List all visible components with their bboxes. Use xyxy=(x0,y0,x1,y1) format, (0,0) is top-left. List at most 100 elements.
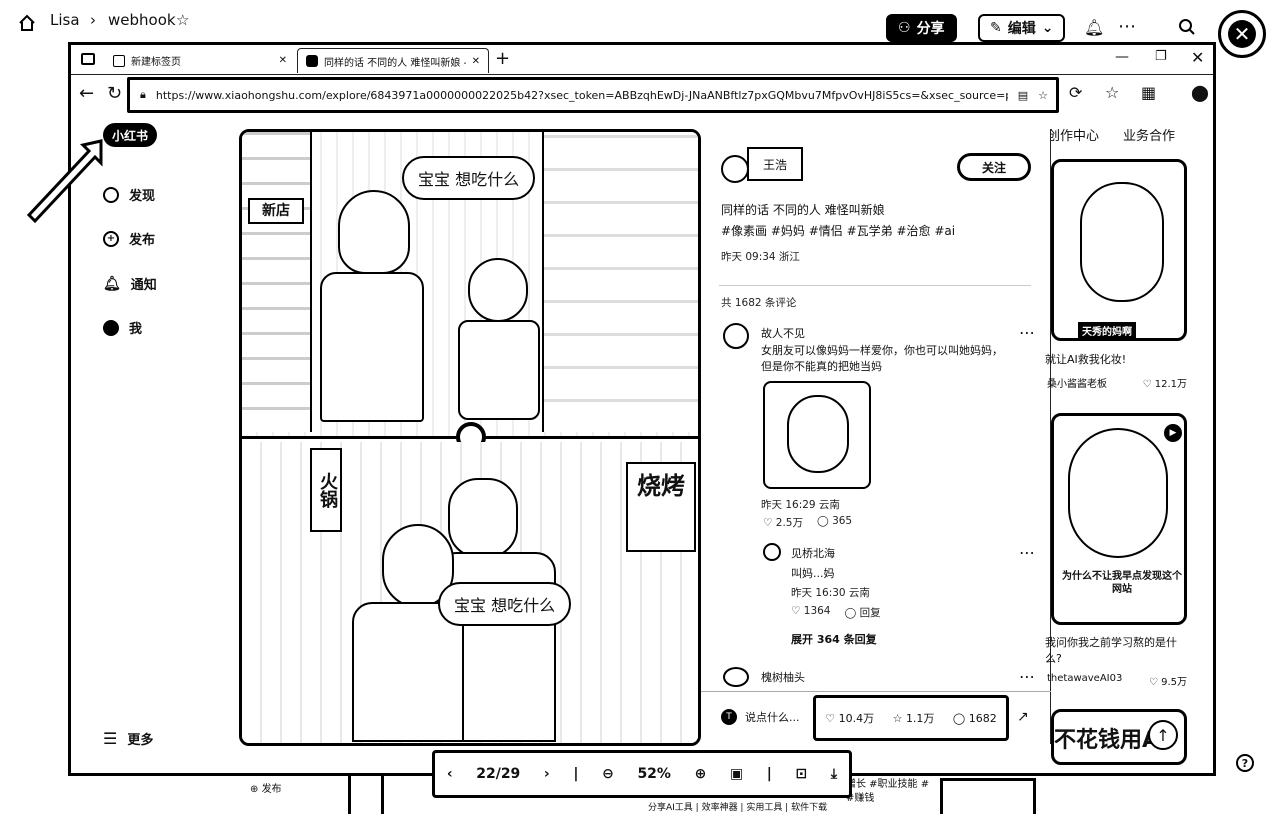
prev-page-button[interactable]: ‹ xyxy=(447,766,453,782)
nav-more[interactable]: ☰ 更多 xyxy=(103,729,153,748)
address-bar[interactable]: 🔒︎ https://www.xiaohongshu.com/explore/6… xyxy=(127,77,1059,113)
bell-icon[interactable]: 🔔︎ xyxy=(1084,18,1104,37)
back-button[interactable]: ← xyxy=(79,83,94,104)
tab-close-icon[interactable]: ✕ xyxy=(472,56,480,67)
note-image[interactable]: 新店 宝宝 想吃什么 火锅 烧烤 宝宝 想吃什么 xyxy=(239,129,701,746)
zoom-out-icon[interactable]: ⊖ xyxy=(602,766,614,782)
browser-window: 新建标签页 ✕ 同样的话 不同的人 难怪叫新娘 - ✕ + — ❐ ✕ ← ↻ … xyxy=(26,42,1216,776)
comment-actions: ♡ 2.5万 ◯ 365 xyxy=(763,515,852,530)
meme-face xyxy=(787,395,849,473)
author-avatar[interactable] xyxy=(721,155,749,183)
separator: | xyxy=(766,766,772,782)
reply-reply-button[interactable]: ◯ 回复 xyxy=(845,605,881,620)
next-page-button[interactable]: › xyxy=(544,766,550,782)
comment-more-icon[interactable]: ⋯ xyxy=(1019,667,1035,686)
feed-card-3[interactable]: 不花钱用A ↑ xyxy=(1051,709,1187,765)
plus-icon: + xyxy=(103,230,119,247)
comment-user[interactable]: 槐树柚头 xyxy=(761,669,805,685)
fit-icon[interactable]: ▣ xyxy=(730,766,743,782)
under-divider xyxy=(348,776,384,814)
reply-avatar[interactable] xyxy=(763,543,781,561)
reply-more-icon[interactable]: ⋯ xyxy=(1019,543,1035,562)
crop-icon[interactable]: ⊡ xyxy=(796,766,808,782)
home-icon[interactable] xyxy=(18,14,36,32)
back-to-top-icon[interactable]: ↑ xyxy=(1148,720,1178,750)
maximize-button[interactable]: ❐ xyxy=(1155,49,1167,64)
nav-notifications[interactable]: 🔔︎ 通知 xyxy=(103,274,157,294)
favorites-icon[interactable]: ☆ xyxy=(1105,83,1119,102)
comment-user[interactable]: 故人不见 xyxy=(761,325,805,341)
under-thumbnail xyxy=(940,778,1036,814)
nav-creator-center[interactable]: 创作中心 xyxy=(1047,125,1099,144)
download-icon[interactable]: ⤓ xyxy=(831,766,837,782)
edit-button[interactable]: ✎ 编辑 ⌄ xyxy=(978,14,1066,42)
comment-image[interactable] xyxy=(763,381,871,489)
reply-user[interactable]: 见桥北海 xyxy=(791,545,835,561)
comment-like-button[interactable]: ♡ 2.5万 xyxy=(763,515,803,530)
breadcrumb-user[interactable]: Lisa xyxy=(50,11,80,29)
site-logo[interactable]: 小红书 xyxy=(103,123,157,147)
outer-header: Lisa › webhook ☆ ⚇ 分享 ✎ 编辑 ⌄ 🔔︎ ⋯ ✕ xyxy=(0,0,1280,58)
minimize-button[interactable]: — xyxy=(1115,49,1129,65)
new-tab-button[interactable]: + xyxy=(495,48,510,69)
divider xyxy=(719,285,1031,286)
reply-text: 叫妈...妈 xyxy=(791,567,835,580)
search-icon[interactable] xyxy=(1178,18,1196,36)
comment-avatar[interactable] xyxy=(723,667,749,687)
address-row: ← ↻ 🔒︎ https://www.xiaohongshu.com/explo… xyxy=(71,75,1213,123)
favorite-icon[interactable]: ☆ xyxy=(1038,89,1056,102)
illustration-bottom: 火锅 烧烤 宝宝 想吃什么 xyxy=(242,442,698,743)
extension-icon[interactable]: ⟳ xyxy=(1069,83,1082,102)
nav-discover[interactable]: 发现 xyxy=(103,185,155,204)
nav-business[interactable]: 业务合作 xyxy=(1123,125,1175,144)
collect-button[interactable]: ☆ 1.1万 xyxy=(893,710,935,726)
my-avatar: T xyxy=(721,709,737,725)
reader-icon[interactable]: ▤ xyxy=(1018,89,1028,102)
comment-count: 共 1682 条评论 xyxy=(721,297,797,309)
page-icon xyxy=(113,54,125,67)
tab-new[interactable]: 新建标签页 ✕ xyxy=(105,48,295,73)
menu-icon: ☰ xyxy=(103,729,118,748)
card-portrait xyxy=(1080,182,1164,302)
feed-card-1-title[interactable]: 就让AI救我化妆! xyxy=(1045,351,1126,367)
reply-like-button[interactable]: ♡ 1364 xyxy=(791,605,831,620)
feed-card-2-title[interactable]: 我问你我之前学习熬的是什么? xyxy=(1045,635,1187,667)
comment-avatar[interactable] xyxy=(723,323,749,349)
comment-reply-button[interactable]: ◯ 365 xyxy=(817,515,852,530)
comment-meta: 昨天 16:29 云南 xyxy=(761,499,840,511)
like-button[interactable]: ♡ 10.4万 xyxy=(825,710,874,726)
comment-input[interactable]: T 说点什么... xyxy=(721,709,800,725)
video-icon: ▶ xyxy=(1164,424,1182,442)
share-button[interactable]: ⚇ 分享 xyxy=(886,14,957,42)
like-count[interactable]: ♡ 9.5万 xyxy=(1149,673,1187,688)
star-icon[interactable]: ☆ xyxy=(176,11,189,29)
reply-meta: 昨天 16:30 云南 xyxy=(791,587,870,599)
browser-menu-icon[interactable]: ⬤ xyxy=(1191,83,1209,102)
tab-xiaohongshu[interactable]: 同样的话 不同的人 难怪叫新娘 - ✕ xyxy=(297,48,489,73)
author-name[interactable]: 王浩 xyxy=(747,147,803,181)
reload-button[interactable]: ↻ xyxy=(107,83,122,104)
comment-more-icon[interactable]: ⋯ xyxy=(1019,323,1035,342)
feed-card-1[interactable]: 天秀的妈啊 xyxy=(1051,159,1187,341)
share-icon[interactable]: ↗ xyxy=(1017,709,1029,725)
feed-card-2[interactable]: ▶ 为什么不让我早点发现这个网站 xyxy=(1051,413,1187,625)
tab-actions-icon[interactable] xyxy=(81,53,95,65)
speech-bubble-top: 宝宝 想吃什么 xyxy=(402,156,536,200)
collections-icon[interactable]: ▦ xyxy=(1141,83,1156,102)
follow-button[interactable]: 关注 xyxy=(957,153,1031,181)
window-close-button[interactable]: ✕ xyxy=(1191,48,1204,67)
street-wall xyxy=(542,132,698,432)
zoom-in-icon[interactable]: ⊕ xyxy=(695,766,707,782)
note-tags[interactable]: #像素画 #妈妈 #情侣 #瓦学弟 #治愈 #ai xyxy=(721,222,955,239)
tab-close-icon[interactable]: ✕ xyxy=(279,55,287,66)
help-icon[interactable]: ? xyxy=(1236,754,1254,772)
expand-replies[interactable]: 展开 364 条回复 xyxy=(791,631,877,647)
nav-me[interactable]: 我 xyxy=(103,318,142,337)
breadcrumb-page[interactable]: webhook xyxy=(108,11,176,29)
close-overlay-button[interactable]: ✕ xyxy=(1218,10,1266,58)
like-count[interactable]: ♡ 12.1万 xyxy=(1143,375,1187,390)
note-title: 同样的话 不同的人 难怪叫新娘 xyxy=(721,203,885,217)
comment-button[interactable]: ◯ 1682 xyxy=(953,712,997,725)
more-icon[interactable]: ⋯ xyxy=(1118,16,1136,37)
nav-publish[interactable]: + 发布 xyxy=(103,229,155,248)
